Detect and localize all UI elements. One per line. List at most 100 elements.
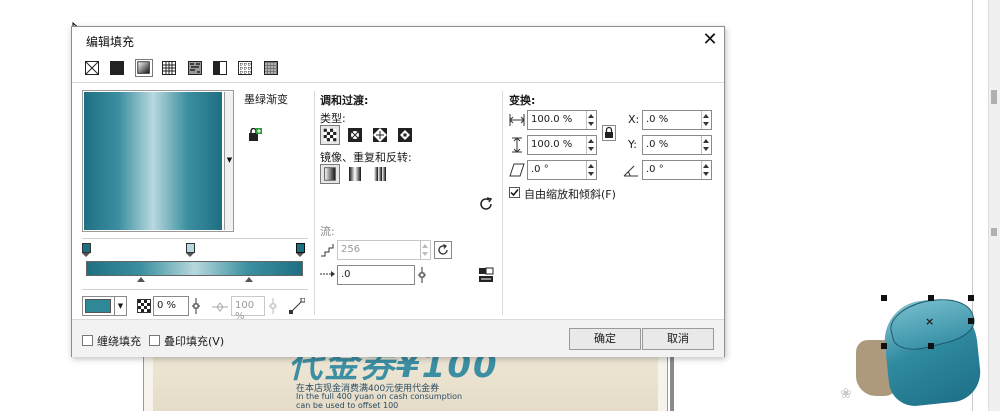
transform-section-title: 变换: xyxy=(509,94,536,107)
edit-fill-dialog: 编辑填充 ✕ ▼ 墨绿渐变 ▼ 0 % 100 % 调和过渡: 类型: 镜像、重… xyxy=(71,26,725,357)
midpoint-slider[interactable] xyxy=(137,277,145,282)
slider-icon[interactable] xyxy=(417,267,427,283)
dialog-content: ▼ 墨绿渐变 ▼ 0 % 100 % 调和过渡: 类型: 镜像、重复和反转: 流… xyxy=(72,83,724,322)
wrap-fill-label[interactable]: 缠绕填充 xyxy=(97,333,141,349)
selection-handle[interactable] xyxy=(968,295,974,301)
stop-color-picker[interactable]: ▼ xyxy=(82,296,127,316)
paw-print-icon: ❀ xyxy=(840,386,852,402)
fill-width-field[interactable]: 100.0 % xyxy=(527,110,597,130)
fill-height-icon xyxy=(512,137,522,153)
voucher-text-en-1: In the full 400 yuan on cash consumption xyxy=(296,392,463,401)
selection-center-icon[interactable]: × xyxy=(925,315,934,328)
color-stop-node[interactable] xyxy=(296,243,305,253)
y-offset-field[interactable]: .0 % xyxy=(642,135,712,155)
gradient-color-bar[interactable] xyxy=(86,261,303,276)
color-stop-node[interactable] xyxy=(186,243,195,253)
steps-field[interactable]: 256 xyxy=(337,240,431,260)
fill-type-toolbar xyxy=(72,53,724,83)
divider xyxy=(82,289,308,290)
slider-icon[interactable] xyxy=(191,298,201,314)
overprint-fill-checkbox[interactable] xyxy=(149,335,160,346)
linear-gradient-type-icon[interactable] xyxy=(320,125,340,145)
elliptical-gradient-type-icon[interactable] xyxy=(345,125,365,145)
acceleration-icon xyxy=(320,271,335,277)
free-scale-label[interactable]: 自由缩放和倾斜(F) xyxy=(524,186,616,202)
reverse-gradient-icon[interactable] xyxy=(478,196,494,212)
selection-handle[interactable] xyxy=(881,295,887,301)
steps-lock-icon[interactable] xyxy=(434,241,452,259)
postscript-fill-icon[interactable] xyxy=(264,61,278,75)
color-stops-row xyxy=(82,243,307,257)
stop-color-swatch xyxy=(85,299,111,313)
blend-section-title: 调和过渡: xyxy=(320,94,369,107)
wrap-fill-checkbox[interactable] xyxy=(82,335,93,346)
mirror-repeat-label: 镜像、重复和反转: xyxy=(320,151,412,164)
node-position-icon xyxy=(212,302,228,312)
skew-field[interactable]: .0 ° xyxy=(527,160,597,180)
color-stop-node[interactable] xyxy=(82,243,91,253)
fill-width-icon xyxy=(509,114,525,126)
voucher-text-en-2: can be used to offset 100 xyxy=(296,401,399,410)
stop-pointer xyxy=(186,253,194,257)
midpoint-slider[interactable] xyxy=(245,277,253,282)
vertical-scrollbar[interactable] xyxy=(988,0,1000,411)
save-fill-icon[interactable] xyxy=(248,128,262,142)
rectangular-gradient-type-icon[interactable] xyxy=(395,125,415,145)
gradient-preview-swatch xyxy=(84,92,222,230)
overprint-fill-label[interactable]: 叠印填充(V) xyxy=(164,333,224,349)
repeat-fill-icon[interactable] xyxy=(370,164,390,184)
rotate-icon xyxy=(623,165,638,177)
reflect-fill-icon[interactable] xyxy=(345,164,365,184)
dialog-title-bar[interactable]: 编辑填充 ✕ xyxy=(72,27,724,53)
transparency-icon xyxy=(137,299,151,313)
ok-button[interactable]: 确定 xyxy=(569,328,641,350)
flow-label: 流: xyxy=(320,225,335,238)
blend-type-label: 类型: xyxy=(320,112,346,125)
acceleration-field[interactable]: .0 xyxy=(337,265,415,285)
fountain-fill-icon[interactable] xyxy=(135,59,153,77)
close-button[interactable]: ✕ xyxy=(699,30,721,50)
stop-transparency-field[interactable]: 0 % xyxy=(153,296,189,316)
smooth-blend-icon[interactable] xyxy=(478,267,494,283)
divider xyxy=(502,91,503,315)
y-offset-label: Y: xyxy=(628,138,637,151)
scrollbar-thumb[interactable] xyxy=(991,90,997,104)
stop-pointer xyxy=(296,253,304,257)
divider xyxy=(314,91,315,315)
rotate-field[interactable]: .0 ° xyxy=(642,160,712,180)
slider-icon[interactable] xyxy=(268,298,278,314)
skew-icon xyxy=(509,163,525,177)
x-offset-label: X: xyxy=(628,113,640,126)
scrollbar-marker xyxy=(991,228,997,236)
fill-name-label: 墨绿渐变 xyxy=(244,93,288,106)
texture-fill-icon[interactable] xyxy=(238,61,252,75)
chevron-down-icon: ▼ xyxy=(226,156,233,164)
lock-ratio-icon[interactable] xyxy=(602,125,616,141)
divider xyxy=(82,238,308,239)
dialog-title: 编辑填充 xyxy=(86,35,135,49)
fill-library-dropdown[interactable]: ▼ xyxy=(224,92,233,230)
steps-icon xyxy=(321,244,334,257)
vector-pattern-fill-icon[interactable] xyxy=(162,61,176,75)
fill-preview: ▼ xyxy=(82,90,234,232)
node-position-field[interactable]: 100 % xyxy=(231,296,265,322)
selection-handle[interactable] xyxy=(928,295,934,301)
selection-handle[interactable] xyxy=(928,343,934,349)
uniform-fill-icon[interactable] xyxy=(110,61,124,75)
voucher-post xyxy=(670,352,674,411)
no-fill-icon[interactable] xyxy=(85,61,99,75)
fill-height-field[interactable]: 100.0 % xyxy=(527,135,597,155)
chevron-down-icon[interactable]: ▼ xyxy=(114,297,126,315)
selection-handle[interactable] xyxy=(968,318,974,324)
cancel-button[interactable]: 取消 xyxy=(642,328,714,350)
stop-pointer xyxy=(82,253,90,257)
selection-handle[interactable] xyxy=(881,343,887,349)
x-offset-field[interactable]: .0 % xyxy=(642,110,712,130)
edit-node-icon[interactable] xyxy=(289,298,305,314)
dialog-footer: 缠绕填充 叠印填充(V) 确定 取消 xyxy=(72,319,724,357)
free-scale-checkbox[interactable] xyxy=(509,187,520,198)
default-fill-icon[interactable] xyxy=(320,164,340,184)
two-color-pattern-fill-icon[interactable] xyxy=(213,61,227,75)
bitmap-pattern-fill-icon[interactable] xyxy=(188,61,202,75)
conical-gradient-type-icon[interactable] xyxy=(370,125,390,145)
